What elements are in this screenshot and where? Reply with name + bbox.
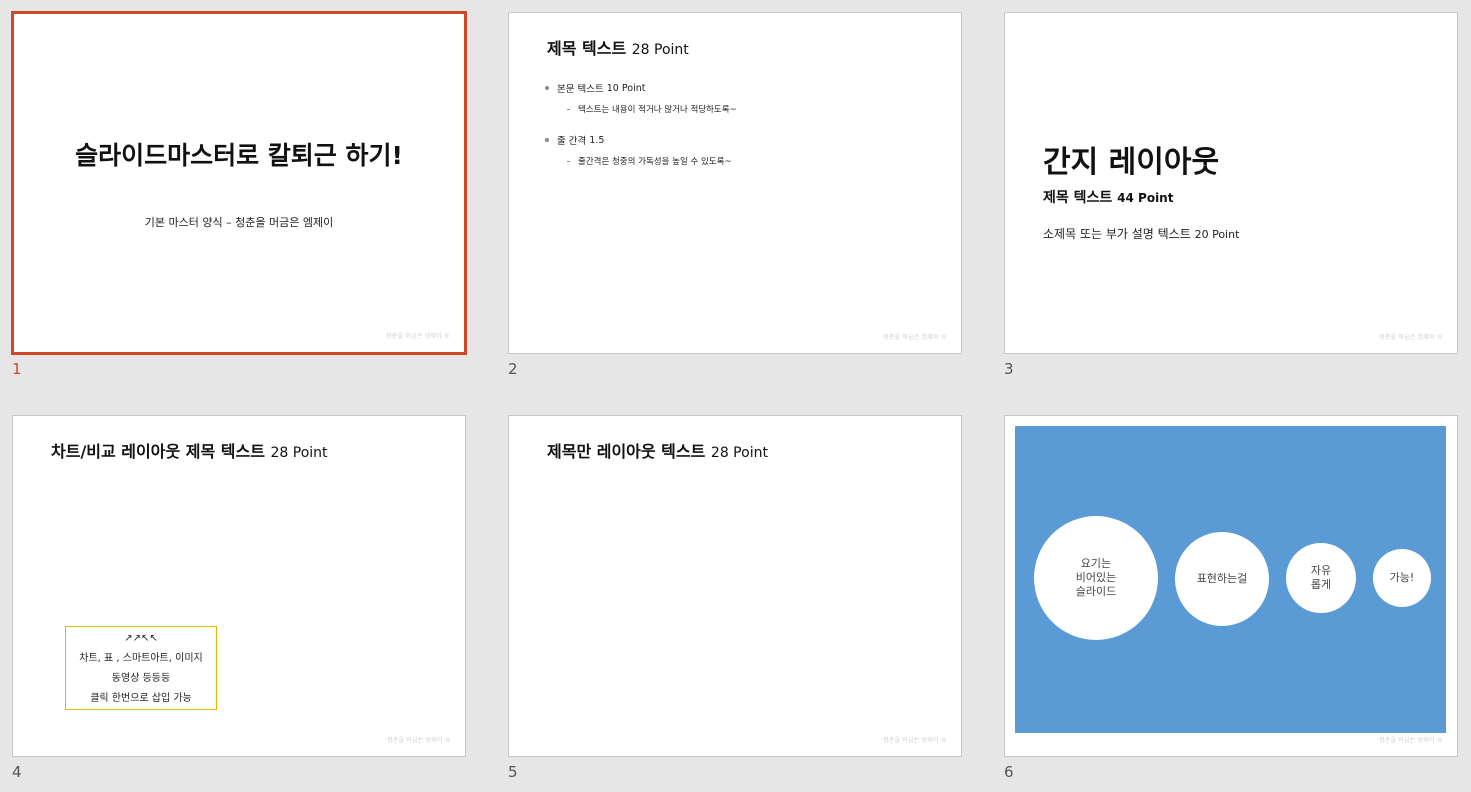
- circle-2: 표현하는걸: [1175, 532, 1269, 626]
- bullet-pt: 10 Point: [606, 82, 646, 94]
- bullet-label: 줄 간격: [557, 136, 587, 147]
- circle-1: 요기는 비어있는 슬라이드: [1034, 516, 1158, 640]
- slide-2-bullets: 본문 텍스트 10 Point 텍스트는 내용이 적거나 많거나 적당하도록~ …: [545, 81, 737, 185]
- slide-3-subtitle-text: 제목 텍스트: [1043, 190, 1113, 206]
- slide-6[interactable]: 요기는 비어있는 슬라이드 표현하는걸 자유 롭게 가능! 청춘을 머금은 엠제…: [1004, 415, 1458, 757]
- slide-1-footer-mark: 청춘을 머금은 엠제이 ®: [385, 333, 450, 340]
- placeholder-line: 차트, 표 , 스마트아트, 이미지: [79, 653, 203, 664]
- bullet-item: 줄 간격 1.5: [545, 133, 737, 147]
- placeholder-line: 동영상 등등등: [111, 673, 171, 684]
- slide-5[interactable]: 제목만 레이아웃 텍스트 28 Point 청춘을 머금은 엠제이 ®: [508, 415, 962, 757]
- slide-thumbnail-4[interactable]: 차트/비교 레이아웃 제목 텍스트 28 Point ↗↗↖↖ 차트, 표 , …: [12, 415, 466, 781]
- circle-text: 비어있는: [1075, 571, 1117, 584]
- slide-3-subtitle: 제목 텍스트 44 Point: [1043, 187, 1173, 207]
- slide-5-title-pt: 28 Point: [710, 445, 768, 461]
- bullet-dot-icon: [545, 138, 549, 142]
- placeholder-line: 클릭 한번으로 삽입 가능: [90, 693, 192, 704]
- slide-2-title: 제목 텍스트 28 Point: [547, 35, 689, 59]
- sub-bullet-item: 줄간격은 청중의 가독성을 높일 수 있도록~: [567, 155, 737, 167]
- sub-bullet-item: 텍스트는 내용이 적거나 많거나 적당하도록~: [567, 103, 737, 115]
- bullet-item: 본문 텍스트 10 Point: [545, 81, 737, 95]
- slide-sorter: 슬라이드마스터로 칼퇴근 하기! 기본 마스터 양식 – 청춘을 머금은 엠제이…: [0, 0, 1471, 792]
- slide-thumbnail-3[interactable]: 간지 레이아웃 제목 텍스트 44 Point 소제목 또는 부가 설명 텍스트…: [1004, 12, 1458, 378]
- slide-number-2: 2: [508, 360, 518, 378]
- circle-4: 가능!: [1373, 549, 1431, 607]
- slide-4-title-pt: 28 Point: [270, 445, 328, 461]
- sub-bullet-text: 줄간격은 청중의 가독성을 높일 수 있도록~: [578, 157, 732, 167]
- bullet-pt: 1.5: [589, 134, 605, 146]
- slide-2-title-pt: 28 Point: [631, 42, 689, 58]
- slide-number-1: 1: [12, 360, 22, 378]
- circle-text: 가능!: [1389, 571, 1415, 584]
- circle-text: 요기는: [1080, 557, 1112, 570]
- slide-5-title-text: 제목만 레이아웃 텍스트: [547, 442, 706, 461]
- slide-number-3: 3: [1004, 360, 1014, 378]
- slide-3[interactable]: 간지 레이아웃 제목 텍스트 44 Point 소제목 또는 부가 설명 텍스트…: [1004, 12, 1458, 354]
- slide-2-title-text: 제목 텍스트: [547, 39, 627, 58]
- slide-3-subtitle-pt: 44 Point: [1117, 191, 1174, 205]
- slide-5-footer-mark: 청춘을 머금은 엠제이 ®: [882, 737, 947, 744]
- circle-3: 자유 롭게: [1286, 543, 1356, 613]
- slide-2-footer-mark: 청춘을 머금은 엠제이 ®: [882, 334, 947, 341]
- circle-text: 슬라이드: [1075, 585, 1117, 598]
- slide-1[interactable]: 슬라이드마스터로 칼퇴근 하기! 기본 마스터 양식 – 청춘을 머금은 엠제이…: [11, 11, 467, 355]
- slide-4-title-text: 차트/비교 레이아웃 제목 텍스트: [51, 442, 265, 461]
- slide-thumbnail-2[interactable]: 제목 텍스트 28 Point 본문 텍스트 10 Point 텍스트는 내용이…: [508, 12, 962, 378]
- slide-thumbnail-1[interactable]: 슬라이드마스터로 칼퇴근 하기! 기본 마스터 양식 – 청춘을 머금은 엠제이…: [11, 11, 467, 378]
- sub-bullet-text: 텍스트는 내용이 적거나 많거나 적당하도록~: [578, 105, 737, 115]
- slide-1-title: 슬라이드마스터로 칼퇴근 하기!: [75, 141, 403, 170]
- slide-3-title: 간지 레이아웃: [1043, 145, 1220, 180]
- slide-4-title: 차트/비교 레이아웃 제목 텍스트 28 Point: [51, 438, 328, 462]
- slide-5-title: 제목만 레이아웃 텍스트 28 Point: [547, 438, 768, 462]
- bullet-label: 본문 텍스트: [557, 84, 604, 95]
- slide-1-subtitle: 기본 마스터 양식 – 청춘을 머금은 엠제이: [144, 216, 334, 229]
- sub-bullet-dash-icon: [567, 108, 570, 110]
- slide-3-desc-pt: 20 Point: [1194, 228, 1240, 241]
- bullet-dot-icon: [545, 86, 549, 90]
- slide-4[interactable]: 차트/비교 레이아웃 제목 텍스트 28 Point ↗↗↖↖ 차트, 표 , …: [12, 415, 466, 757]
- placeholder-arrows: ↗↗↖↖: [124, 633, 158, 644]
- slide-thumbnail-5[interactable]: 제목만 레이아웃 텍스트 28 Point 청춘을 머금은 엠제이 ® 5: [508, 415, 962, 781]
- slide-3-footer-mark: 청춘을 머금은 엠제이 ®: [1378, 334, 1443, 341]
- slide-2[interactable]: 제목 텍스트 28 Point 본문 텍스트 10 Point 텍스트는 내용이…: [508, 12, 962, 354]
- blue-panel: 요기는 비어있는 슬라이드 표현하는걸 자유 롭게 가능!: [1015, 426, 1446, 733]
- slide-3-desc-text: 소제목 또는 부가 설명 텍스트: [1043, 227, 1191, 241]
- circle-text: 롭게: [1310, 578, 1332, 591]
- circle-text: 표현하는걸: [1196, 572, 1248, 585]
- slide-thumbnail-6[interactable]: 요기는 비어있는 슬라이드 표현하는걸 자유 롭게 가능! 청춘을 머금은 엠제…: [1004, 415, 1458, 781]
- slide-3-description: 소제목 또는 부가 설명 텍스트 20 Point: [1043, 225, 1239, 242]
- sub-bullet-dash-icon: [567, 160, 570, 162]
- slide-number-5: 5: [508, 763, 518, 781]
- slide-4-footer-mark: 청춘을 머금은 엠제이 ®: [386, 737, 451, 744]
- placeholder-box[interactable]: ↗↗↖↖ 차트, 표 , 스마트아트, 이미지 동영상 등등등 클릭 한번으로 …: [65, 626, 217, 710]
- slide-number-4: 4: [12, 763, 22, 781]
- slide-number-6: 6: [1004, 763, 1014, 781]
- circle-text: 자유: [1310, 564, 1332, 577]
- slide-6-footer-mark: 청춘을 머금은 엠제이 ®: [1378, 737, 1443, 744]
